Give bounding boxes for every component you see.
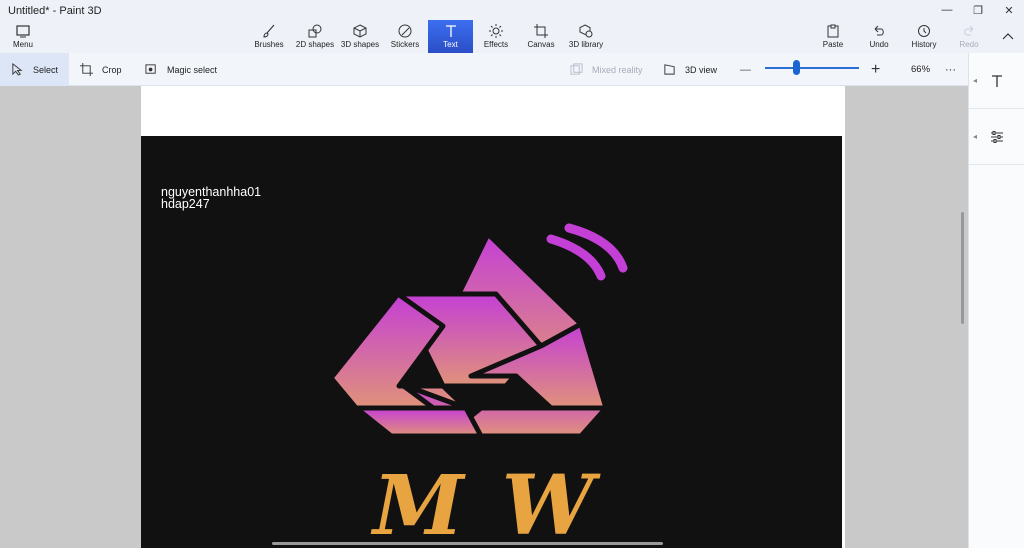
- mw-logo: MW: [328, 223, 632, 548]
- restore-button[interactable]: ❐: [963, 0, 993, 20]
- chevron-left-icon: ◂: [973, 76, 978, 85]
- zoom-in-button[interactable]: +: [871, 53, 880, 86]
- zoom-level: 66%: [911, 64, 931, 75]
- select-tool[interactable]: Select: [0, 53, 69, 86]
- tool-label: Effects: [483, 40, 509, 49]
- menu-icon: [16, 25, 30, 38]
- close-button[interactable]: ✕: [994, 0, 1024, 20]
- tool-2d-shapes[interactable]: 2D shapes: [294, 20, 336, 53]
- 3d-view-label: 3D view: [685, 64, 718, 75]
- logo-mark: [328, 231, 609, 439]
- tool-label: 3D shapes: [340, 40, 380, 49]
- 3d-library-icon: [579, 24, 593, 38]
- collapse-ribbon-button[interactable]: [998, 20, 1018, 53]
- tool-label: Text: [443, 40, 458, 49]
- tool-3d-shapes[interactable]: 3D shapes: [339, 20, 381, 53]
- menu-button[interactable]: Menu: [8, 20, 38, 53]
- effects-icon: [489, 24, 503, 38]
- text-panel-icon: [992, 74, 1002, 87]
- 3d-view-button[interactable]: 3D view: [663, 53, 717, 86]
- tool-label: 2D shapes: [295, 40, 335, 49]
- zoom-slider-track[interactable]: [765, 67, 859, 69]
- 2d-shapes-icon: [308, 24, 322, 38]
- history-button[interactable]: History: [908, 20, 940, 53]
- tool-label: Brushes: [254, 40, 284, 49]
- history-icon: [918, 25, 930, 37]
- zoom-slider-thumb[interactable]: [793, 60, 801, 75]
- redo-button[interactable]: Redo: [956, 20, 982, 53]
- magic-select-icon: [145, 64, 156, 74]
- text-panel-tab[interactable]: ◂: [969, 53, 1024, 109]
- magic-select-label: Magic select: [167, 64, 218, 75]
- signal-arcs-icon: [546, 223, 628, 281]
- tool-canvas[interactable]: Canvas: [526, 20, 556, 53]
- sliders-icon: [991, 130, 1003, 143]
- tool-3d-library[interactable]: 3D library: [566, 20, 606, 53]
- tool-label: Stickers: [390, 40, 420, 49]
- stickers-icon: [398, 24, 412, 38]
- menu-label: Menu: [12, 40, 33, 49]
- paste-button[interactable]: Paste: [820, 20, 846, 53]
- paste-icon: [827, 24, 839, 38]
- logo-letters: MW: [370, 458, 632, 548]
- brush-icon: [263, 24, 275, 38]
- sub-toolbar: Select Crop Magic select Mixed reality 3…: [0, 53, 968, 86]
- 3d-shapes-icon: [353, 24, 367, 38]
- paste-label: Paste: [822, 40, 844, 49]
- zoom-out-button[interactable]: —: [740, 53, 751, 86]
- select-label: Select: [33, 64, 59, 75]
- adjust-panel-tab[interactable]: ◂: [969, 109, 1024, 165]
- magic-select-tool[interactable]: Magic select: [145, 53, 217, 86]
- crop-icon: [80, 63, 93, 76]
- undo-button[interactable]: Undo: [866, 20, 892, 53]
- undo-icon: [874, 25, 884, 36]
- history-label: History: [911, 40, 937, 49]
- chevron-up-icon: [1002, 33, 1014, 40]
- tool-text[interactable]: Text: [428, 20, 473, 53]
- tool-label: 3D library: [568, 40, 604, 49]
- horizontal-scrollbar[interactable]: [272, 542, 663, 545]
- tool-label: Canvas: [527, 40, 555, 49]
- crop-label: Crop: [102, 64, 122, 75]
- canvas-icon: [534, 24, 548, 38]
- 3d-view-icon: [664, 64, 675, 75]
- mixed-reality-icon: [570, 63, 583, 75]
- redo-label: Redo: [959, 40, 979, 49]
- crop-tool[interactable]: Crop: [80, 53, 122, 86]
- chevron-left-icon: ◂: [973, 132, 978, 141]
- text-icon: [445, 25, 456, 37]
- minimize-button[interactable]: —: [932, 0, 962, 20]
- side-panel: ◂ ◂: [968, 53, 1024, 548]
- artwork-image[interactable]: nguyenthanhha01 hdap247 MW: [141, 136, 842, 548]
- tool-brushes[interactable]: Brushes: [251, 20, 287, 53]
- more-options-button[interactable]: ···: [945, 53, 956, 86]
- tool-stickers[interactable]: Stickers: [388, 20, 422, 53]
- undo-label: Undo: [869, 40, 889, 49]
- cursor-icon: [12, 63, 23, 76]
- main-ribbon: Menu Brushes 2D shapes 3D shapes Sticker…: [0, 20, 1024, 53]
- tool-effects[interactable]: Effects: [480, 20, 512, 53]
- mixed-reality-label: Mixed reality: [592, 64, 643, 75]
- redo-icon: [964, 25, 974, 36]
- mixed-reality-button[interactable]: Mixed reality: [570, 53, 643, 86]
- vertical-scrollbar[interactable]: [961, 212, 964, 324]
- title-bar: Untitled* - Paint 3D — ❐ ✕: [0, 0, 1024, 22]
- window-title: Untitled* - Paint 3D: [8, 5, 102, 17]
